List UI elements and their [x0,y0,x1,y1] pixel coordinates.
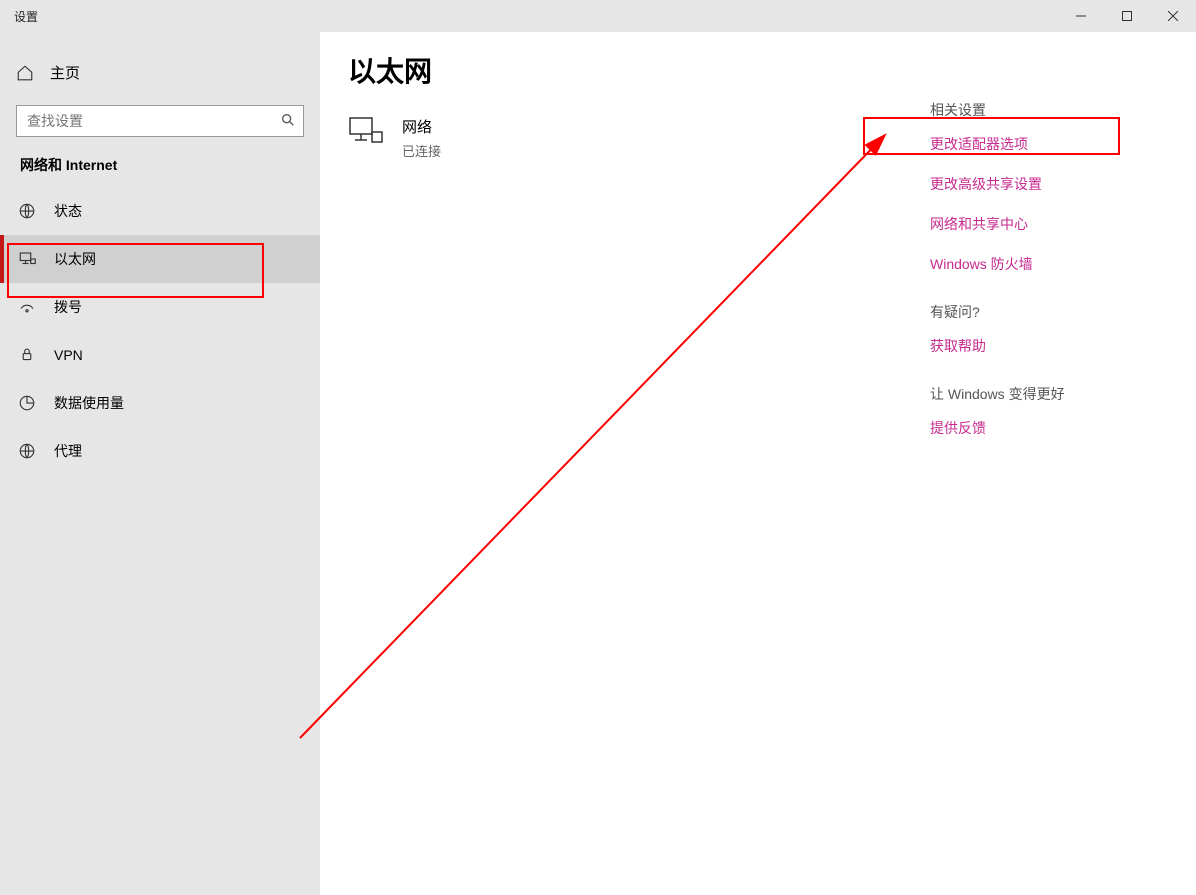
sidebar-item-datausage[interactable]: 数据使用量 [0,379,320,427]
network-text: 网络 已连接 [402,116,441,160]
proxy-icon [18,442,36,460]
nav-label: 状态 [54,201,82,221]
sidebar-item-ethernet[interactable]: 以太网 [0,235,320,283]
nav-label: 代理 [54,441,82,461]
nav-label: VPN [54,347,83,363]
link-adapter-options[interactable]: 更改适配器选项 [930,134,1170,154]
data-usage-icon [18,394,36,412]
sidebar-section-title: 网络和 Internet [0,155,320,187]
vpn-icon [18,346,36,364]
nav-label: 拨号 [54,297,82,317]
sidebar-item-vpn[interactable]: VPN [0,331,320,379]
related-settings: 相关设置 更改适配器选项 更改高级共享设置 网络和共享中心 Windows 防火… [930,100,1170,458]
page-title: 以太网 [348,50,1168,90]
dialup-icon [18,298,36,316]
link-get-help[interactable]: 获取帮助 [930,336,1170,356]
maximize-button[interactable] [1104,0,1150,32]
close-button[interactable] [1150,0,1196,32]
related-heading: 相关设置 [930,100,1170,120]
home-icon [16,64,34,82]
questions-heading: 有疑问? [930,302,1170,322]
sidebar: 主页 网络和 Internet 状态 以太网 拨号 [0,32,320,895]
search-input[interactable] [16,105,304,137]
search-wrap [16,105,304,137]
sidebar-item-dialup[interactable]: 拨号 [0,283,320,331]
home-label: 主页 [50,62,80,83]
minimize-button[interactable] [1058,0,1104,32]
monitor-network-icon [348,116,384,146]
window-title: 设置 [14,8,38,25]
link-advanced-sharing[interactable]: 更改高级共享设置 [930,174,1170,194]
link-windows-firewall[interactable]: Windows 防火墙 [930,254,1170,274]
sidebar-item-status[interactable]: 状态 [0,187,320,235]
network-name: 网络 [402,116,441,137]
search-icon [280,112,296,131]
feedback-heading: 让 Windows 变得更好 [930,384,1170,404]
ethernet-icon [18,250,36,268]
home-link[interactable]: 主页 [0,54,320,91]
window-controls [1058,0,1196,32]
sidebar-nav: 状态 以太网 拨号 VPN 数据使用量 [0,187,320,475]
sidebar-item-proxy[interactable]: 代理 [0,427,320,475]
link-network-sharing-center[interactable]: 网络和共享中心 [930,214,1170,234]
titlebar: 设置 [0,0,1196,32]
nav-label: 数据使用量 [54,393,124,413]
globe-icon [18,202,36,220]
nav-label: 以太网 [54,249,96,269]
link-give-feedback[interactable]: 提供反馈 [930,418,1170,438]
network-status: 已连接 [402,141,441,160]
